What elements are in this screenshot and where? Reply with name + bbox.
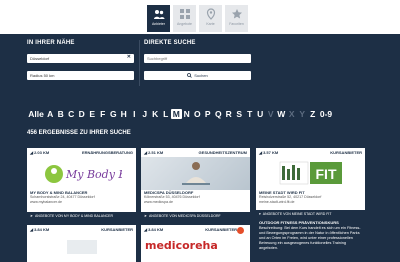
- card-category: ERNÄHRUNGSBERATUNG: [81, 150, 133, 155]
- tab-anbieter[interactable]: Anbieter: [147, 5, 170, 32]
- result-card[interactable]: ◢ 2.51 KM GESUNDHEITSZENTRUM MEDICSPA DÜS…: [141, 148, 250, 219]
- location-icon: ◢: [144, 150, 148, 155]
- search-divider: [139, 40, 140, 86]
- alpha-letter[interactable]: U: [255, 109, 266, 119]
- result-card[interactable]: ◢ 3.57 KM KURSANBIETER FIT MEINE STADT WI…: [256, 148, 365, 217]
- alpha-letter[interactable]: H: [119, 109, 130, 119]
- star-icon: [231, 9, 242, 19]
- card-offers-link[interactable]: ➤ ANGEBOTE VON MEDICSPA DÜSSELDORF: [141, 212, 250, 219]
- tab-karte[interactable]: Karte: [199, 5, 222, 32]
- card-offers-link[interactable]: ➤ ANGEBOTE VON MY BODY & MIND BALANCER: [27, 212, 136, 219]
- yoga-figure-icon: [181, 161, 210, 185]
- alpha-letter[interactable]: D: [77, 109, 88, 119]
- card-logo: medicoreha: [145, 238, 218, 252]
- mybalancer-logo-icon: My Body Balancer: [44, 164, 122, 183]
- alpha-letter[interactable]: E: [87, 109, 98, 119]
- alpha-letter[interactable]: O: [192, 109, 203, 119]
- alpha-letter-disabled: Y: [299, 109, 306, 119]
- alpha-letter[interactable]: G: [108, 109, 119, 119]
- alpha-letter[interactable]: I: [129, 109, 140, 119]
- location-icon: ◢: [144, 227, 148, 232]
- results-count: 456 ERGEBNISSE ZU IHRER SUCHE: [27, 130, 131, 136]
- arrow-icon: ➤: [144, 213, 147, 218]
- radius-select[interactable]: Radius 50 km: [27, 71, 134, 80]
- alpha-numbers[interactable]: 0-9: [318, 109, 334, 119]
- view-tabs: Anbieter Angebote Karte Favoriten: [147, 5, 248, 32]
- tab-favoriten[interactable]: Favoriten: [225, 5, 248, 32]
- location-icon: ◢: [30, 150, 34, 155]
- card-category: KURSANBIETER: [205, 227, 237, 232]
- alpha-letter[interactable]: L: [161, 109, 172, 119]
- card-category: GESUNDHEITSZENTRUM: [198, 150, 247, 155]
- alpha-letter[interactable]: Z: [308, 109, 319, 119]
- arrow-icon: ➤: [30, 213, 33, 218]
- search-input[interactable]: [144, 54, 251, 63]
- new-badge-icon: [237, 227, 244, 234]
- alpha-letter-disabled: V: [267, 109, 274, 119]
- result-card[interactable]: ◢2.03 KM ERNÄHRUNGSBERATUNG My Body Bala…: [27, 148, 136, 219]
- svg-text:My Body Balancer: My Body Balancer: [65, 168, 122, 181]
- result-card[interactable]: ◢ 3.84 KM KURSANBIETER medicoreha: [141, 225, 250, 262]
- alpha-letter[interactable]: Q: [213, 109, 224, 119]
- location-field[interactable]: Düsseldorf ✕: [27, 54, 134, 63]
- fit-logo-icon: FIT: [279, 161, 342, 184]
- alpha-letter[interactable]: A: [45, 109, 56, 119]
- card-logo: FIT: [256, 157, 365, 190]
- alpha-letter[interactable]: B: [56, 109, 67, 119]
- alpha-all[interactable]: Alle: [27, 109, 45, 119]
- alpha-letter-disabled: X: [288, 109, 295, 119]
- card-category: KURSANBIETER: [330, 150, 362, 155]
- map-pin-icon: [206, 8, 215, 20]
- alpha-letter[interactable]: C: [66, 109, 77, 119]
- alpha-letter[interactable]: W: [276, 109, 287, 119]
- card-category: KURSANBIETER: [101, 227, 133, 232]
- grid-icon: [179, 9, 190, 19]
- card-logo: My Body Balancer: [27, 157, 136, 190]
- location-icon: ◢: [30, 227, 34, 232]
- alpha-letter[interactable]: F: [98, 109, 109, 119]
- search-term-input[interactable]: [147, 56, 248, 61]
- placeholder-logo-icon: [66, 240, 97, 254]
- alpha-letter[interactable]: N: [182, 109, 193, 119]
- top-bar: Anbieter Angebote Karte Favoriten: [0, 0, 400, 34]
- offer-description: OUTDOOR FITNESS PRÄVENTIONSKURS Beschrei…: [256, 217, 365, 262]
- svg-text:FIT: FIT: [315, 166, 336, 182]
- direct-search-title: DIREKTE SUCHE: [144, 40, 196, 46]
- card-offers-link[interactable]: ▾ ANGEBOTE VON MEINE STADT WIRD FIT: [256, 210, 365, 217]
- search-icon: [187, 73, 192, 78]
- alpha-letter[interactable]: R: [224, 109, 235, 119]
- location-icon: ◢: [259, 150, 263, 155]
- card-photo: [141, 157, 250, 190]
- card-logo: [27, 234, 136, 260]
- clear-icon[interactable]: ✕: [127, 55, 131, 60]
- alpha-letter-selected[interactable]: M: [171, 109, 182, 119]
- near-section-title: IN IHRER NÄHE: [27, 40, 75, 46]
- tab-angebote[interactable]: Angebote: [173, 5, 196, 32]
- alpha-letter[interactable]: T: [245, 109, 256, 119]
- search-button[interactable]: Suchen: [144, 71, 251, 80]
- alpha-letter[interactable]: P: [203, 109, 214, 119]
- people-icon: [153, 10, 164, 19]
- result-card[interactable]: ◢ 3.84 KM KURSANBIETER: [27, 225, 136, 262]
- chevron-down-icon: ▾: [259, 211, 261, 216]
- alpha-letter[interactable]: J: [140, 109, 151, 119]
- alpha-letter[interactable]: K: [150, 109, 161, 119]
- alpha-letter[interactable]: S: [234, 109, 245, 119]
- alphabet-filter: Alle A B C D E F G H I J K L M N O P Q R…: [27, 109, 334, 119]
